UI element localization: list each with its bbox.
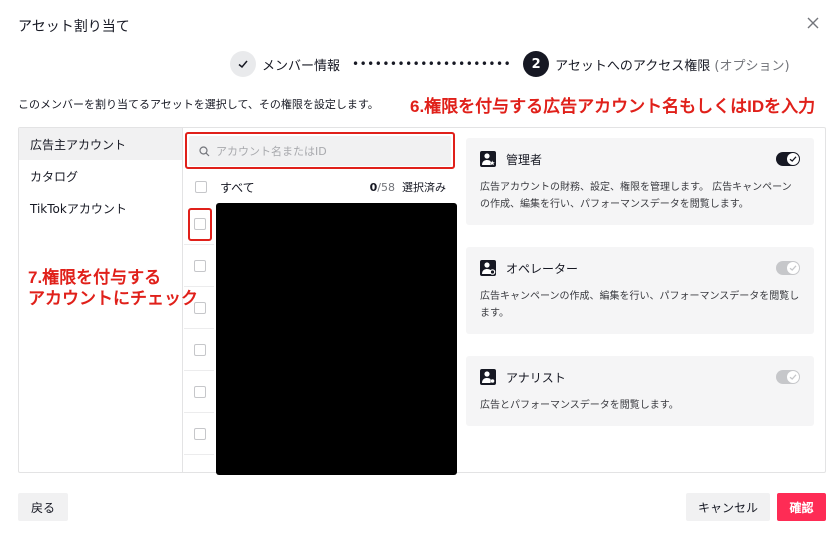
toggle-knob — [787, 153, 799, 165]
select-all-label: すべて — [220, 180, 255, 195]
toggle-knob — [787, 262, 799, 274]
account-checkbox[interactable] — [194, 385, 206, 398]
nav-item-label: 広告主アカウント — [30, 137, 127, 152]
back-button[interactable]: 戻る — [18, 493, 68, 521]
list-item — [184, 455, 214, 472]
select-all-checkbox[interactable] — [195, 181, 207, 193]
role-name: オペレーター — [506, 261, 579, 276]
role-card-analyst: アナリスト 広告とパフォーマンスデータを閲覧します。 — [466, 356, 814, 426]
operator-user-icon — [480, 260, 496, 276]
assign-assets-dialog: アセット割り当て メンバー情報 ••••••••••••••••••••• 2 … — [0, 0, 840, 537]
stepper: メンバー情報 ••••••••••••••••••••• 2 アセットへのアクセ… — [230, 51, 790, 77]
account-checkbox[interactable] — [194, 427, 206, 440]
step-1-label: メンバー情報 — [262, 58, 341, 74]
list-item — [184, 371, 214, 413]
annotation-check-line-1: 7.権限を付与する — [28, 268, 162, 287]
select-all-row: すべて 0/58 選択済み — [184, 174, 454, 200]
annotation-check-note: 7.権限を付与する アカウントにチェック — [28, 267, 198, 309]
account-checkbox[interactable] — [194, 343, 206, 356]
admin-user-icon — [480, 151, 496, 167]
annotation-search-note: 6.権限を付与する広告アカウント名もしくはIDを入力 — [410, 97, 816, 116]
analyst-user-icon — [480, 369, 496, 385]
admin-toggle[interactable] — [776, 152, 800, 166]
nav-item-label: TikTokアカウント — [30, 201, 127, 216]
dialog-title: アセット割り当て — [18, 19, 130, 35]
step-connector: ••••••••••••••••••••• — [352, 57, 512, 71]
role-list: 管理者 広告アカウントの財務、設定、権限を管理します。 広告キャンペーンの作成、… — [466, 138, 814, 436]
step-2-title: アセットへのアクセス権限 — [555, 58, 711, 74]
step-2-optional: (オプション) — [714, 58, 790, 74]
step-2-number: 2 — [523, 51, 550, 77]
instruction-text: このメンバーを割り当てるアセットを選択して、その権限を設定します。 — [18, 98, 379, 111]
role-description: 広告アカウントの財務、設定、権限を管理します。 広告キャンペーンの作成、編集を行… — [480, 182, 792, 210]
checkmark-icon — [789, 156, 797, 162]
nav-item-catalogs[interactable]: カタログ — [19, 160, 182, 192]
annotation-highlight-search — [185, 132, 455, 169]
list-item — [184, 329, 214, 371]
role-name: 管理者 — [506, 152, 543, 167]
role-description: 広告キャンペーンの作成、編集を行い、パフォーマンスデータを閲覧します。 — [480, 291, 800, 319]
role-card-operator: オペレーター 広告キャンペーンの作成、編集を行い、パフォーマンスデータを閲覧しま… — [466, 247, 814, 334]
nav-item-label: カタログ — [30, 169, 79, 184]
role-card-admin: 管理者 広告アカウントの財務、設定、権限を管理します。 広告キャンペーンの作成、… — [466, 138, 814, 225]
confirm-button[interactable]: 確認 — [777, 493, 826, 521]
analyst-toggle[interactable] — [776, 370, 800, 384]
list-item — [184, 413, 214, 455]
nav-item-ad-accounts[interactable]: 広告主アカウント — [19, 128, 182, 160]
annotation-check-line-2: アカウントにチェック — [28, 289, 198, 308]
checkmark-icon — [789, 374, 797, 380]
selected-count: 0/58 選択済み — [370, 179, 446, 195]
step-1-done — [230, 51, 256, 77]
checkmark-icon — [238, 60, 248, 69]
checkmark-icon — [789, 265, 797, 271]
nav-item-tiktok-accounts[interactable]: TikTokアカウント — [19, 192, 182, 224]
role-name: アナリスト — [506, 370, 566, 385]
total-number: /58 — [377, 181, 395, 194]
step-2-label: アセットへのアクセス権限 (オプション) — [555, 55, 789, 74]
cancel-button[interactable]: キャンセル — [686, 493, 770, 521]
selected-suffix: 選択済み — [402, 181, 446, 194]
annotation-highlight-checkbox — [188, 208, 212, 241]
operator-toggle[interactable] — [776, 261, 800, 275]
redacted-account-list — [216, 203, 457, 475]
role-description: 広告とパフォーマンスデータを閲覧します。 — [480, 400, 679, 411]
close-icon[interactable] — [804, 14, 822, 32]
toggle-knob — [787, 371, 799, 383]
